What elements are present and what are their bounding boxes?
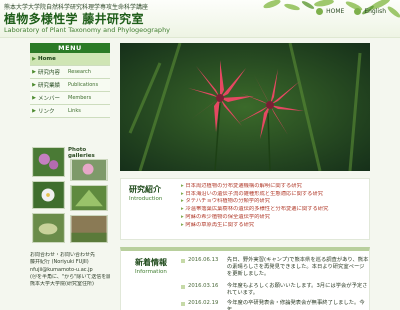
- research-title: 研究紹介 Introduction: [129, 184, 162, 202]
- menu-item-label: メンバー: [38, 96, 61, 102]
- page: 熊本大学大学院自然科学研究科理学専攻生命科学講座 植物多様性学 藤井研究室 La…: [0, 0, 400, 310]
- news-date: 2016.06.13: [188, 257, 219, 263]
- research-title-en: Introduction: [129, 196, 163, 202]
- menu-item-label: リンク: [38, 109, 55, 115]
- header: 熊本大学大学院自然科学研究科理学専攻生命科学講座 植物多様性学 藤井研究室 La…: [0, 0, 400, 38]
- gallery-photo-5[interactable]: [32, 213, 65, 243]
- english-link[interactable]: English: [354, 8, 386, 15]
- contact-line: お問合わせ・お問い合わせ先: [30, 252, 96, 258]
- bullet-icon: [181, 302, 185, 306]
- home-icon: [316, 8, 324, 15]
- news-title: 新着情報 Information: [135, 257, 167, 275]
- contact-info: お問合わせ・お問い合わせ先 藤井紀行 (Noriyuki FUJII) nfuj…: [30, 252, 110, 288]
- menu-item-links[interactable]: ▶ リンク Links: [30, 105, 110, 118]
- news-text: 先日、野外実習(キャンプ)で熊本県を巡る調査があり、熊本の素晴らしさを再発見でき…: [226, 257, 369, 277]
- contact-line: (＠を半角に、"から"除いて送信を願いたします): [30, 273, 110, 280]
- sidebar: MENU ▶ Home ▶ 研究内容 Research ▶ 研究業績 Publi…: [30, 43, 110, 118]
- news-item: 2016.03.16 今年度もよろしくお願いいたします。3月には学会が予定されて…: [181, 283, 369, 297]
- news-title-en: Information: [135, 269, 167, 275]
- hero-image: [120, 43, 370, 171]
- globe-icon: [354, 8, 362, 15]
- menu-heading: MENU: [30, 43, 110, 53]
- arrow-icon: ▶: [32, 108, 36, 114]
- research-link[interactable]: 日本海沿いの遺伝子流の雑種形成と生態適応に関する研究: [181, 191, 369, 199]
- menu-item-label: Home: [38, 56, 56, 62]
- news-section: 新着情報 Information 2016.06.13 先日、野外実習(キャンプ…: [120, 247, 370, 310]
- news-item: 2016.06.13 先日、野外実習(キャンプ)で熊本県を巡る調査があり、熊本の…: [181, 257, 369, 278]
- news-text: 今年度もよろしくお願いいたします。3月には学会が予定されています。: [226, 283, 368, 296]
- home-link-label: HOME: [326, 8, 345, 15]
- menu-item-label-en: Publications: [68, 82, 99, 88]
- menu-item-label-en: Links: [68, 108, 81, 114]
- gallery-label[interactable]: Photo galleries: [68, 147, 110, 159]
- contact-email[interactable]: nfujii@kumamoto-u.ac.jp: [30, 267, 110, 274]
- gallery-photo-4[interactable]: [70, 185, 108, 211]
- menu-item-publications[interactable]: ▶ 研究業績 Publications: [30, 79, 110, 92]
- menu-item-home[interactable]: ▶ Home: [30, 53, 110, 66]
- gallery-photo-6[interactable]: [70, 215, 108, 243]
- top-navigation: HOME English: [316, 8, 386, 15]
- lab-subtitle: Laboratory of Plant Taxonomy and Phyloge…: [4, 26, 171, 34]
- arrow-icon: ▶: [32, 69, 36, 75]
- menu-item-research[interactable]: ▶ 研究内容 Research: [30, 66, 110, 79]
- home-link[interactable]: HOME: [316, 8, 344, 15]
- gallery-photo-3[interactable]: [32, 181, 65, 209]
- contact-line: 熊本大学大学院(研究室住所): [30, 281, 94, 288]
- lab-title[interactable]: 植物多様性学 藤井研究室: [4, 10, 144, 27]
- news-date: 2016.02.19: [188, 300, 219, 306]
- menu-item-label: 研究内容: [38, 70, 61, 76]
- arrow-icon: ▶: [32, 95, 36, 101]
- research-link[interactable]: 阿蘇の草原再生に関する研究: [181, 222, 369, 230]
- english-link-label: English: [364, 8, 386, 15]
- bullet-icon: [181, 285, 185, 289]
- menu-item-label-en: Members: [68, 95, 92, 101]
- research-link[interactable]: 日本周辺植物の分布変遷機構の解明に関する研究: [181, 183, 369, 191]
- news-date: 2016.03.16: [188, 283, 219, 289]
- news-text: 今年度の卒研発表会・修論発表会が無事終了しました。今年...: [226, 300, 365, 310]
- gallery-photo-2[interactable]: [70, 159, 108, 181]
- news-item: 2016.02.19 今年度の卒研発表会・修論発表会が無事終了しました。今年..…: [181, 300, 369, 310]
- photo-gallery: Photo galleries: [30, 145, 110, 248]
- menu-item-members[interactable]: ▶ メンバー Members: [30, 92, 110, 105]
- research-link[interactable]: 阿蘇の希少植物の保全遺伝学的研究: [181, 214, 369, 222]
- arrow-icon: ▶: [32, 82, 36, 88]
- research-link[interactable]: タテハチョウ科植物の分類学的研究: [181, 198, 369, 206]
- arrow-icon: ▶: [32, 56, 36, 62]
- contact-line: 藤井紀行 (Noriyuki FUJII): [30, 259, 89, 266]
- research-title-ja: 研究紹介: [129, 185, 161, 194]
- menu-item-label-en: Research: [68, 69, 91, 75]
- bullet-icon: [181, 259, 185, 263]
- research-intro: 研究紹介 Introduction 日本周辺植物の分布変遷機構の解明に関する研究…: [120, 178, 370, 240]
- menu-item-label: 研究業績: [38, 83, 61, 89]
- research-link[interactable]: 冷温帯落葉広葉樹林の遺伝的多様性と分布変遷に関する研究: [181, 206, 369, 214]
- news-title-ja: 新着情報: [135, 258, 167, 267]
- research-list: 日本周辺植物の分布変遷機構の解明に関する研究 日本海沿いの遺伝子流の雑種形成と生…: [181, 183, 369, 229]
- gallery-photo-1[interactable]: [32, 147, 65, 177]
